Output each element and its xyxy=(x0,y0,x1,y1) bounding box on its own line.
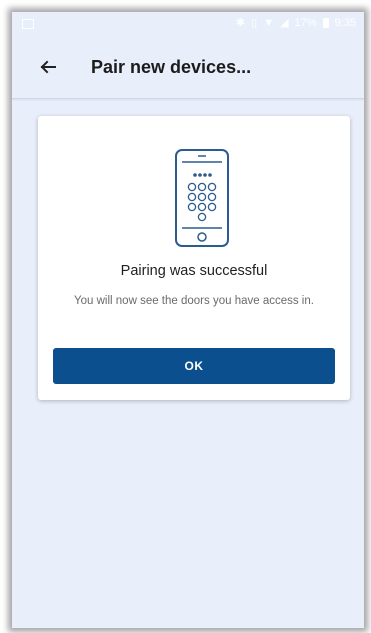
phone-screen: ✱ ▯ ▼ ◢ 17% 9:35 Pair new devices... Pai… xyxy=(12,12,364,628)
notification-icon xyxy=(22,19,34,29)
wifi-icon: ▼ xyxy=(263,16,275,29)
success-dialog: Pairing was successful You will now see … xyxy=(38,116,350,400)
signal-icon: ◢ xyxy=(280,17,289,29)
app-bar: Pair new devices... xyxy=(12,36,364,99)
dialog-message: You will now see the doors you have acce… xyxy=(74,295,314,307)
bluetooth-icon: ✱ xyxy=(235,17,246,29)
status-icons: ✱ ▯ ▼ ◢ 17% 9:35 xyxy=(235,16,356,30)
arrow-left-icon xyxy=(40,60,56,74)
battery-percent: 17% xyxy=(294,16,317,29)
ok-button[interactable]: OK xyxy=(53,348,335,384)
page-title: Pair new devices... xyxy=(91,57,252,77)
dialog-title: Pairing was successful xyxy=(120,263,268,279)
clock: 9:35 xyxy=(334,16,356,29)
vibrate-icon: ▯ xyxy=(251,17,258,29)
battery-icon xyxy=(322,17,329,28)
status-bar: ✱ ▯ ▼ ◢ 17% 9:35 xyxy=(12,12,364,36)
phone-keypad-icon xyxy=(175,149,229,247)
back-button[interactable] xyxy=(34,53,62,81)
